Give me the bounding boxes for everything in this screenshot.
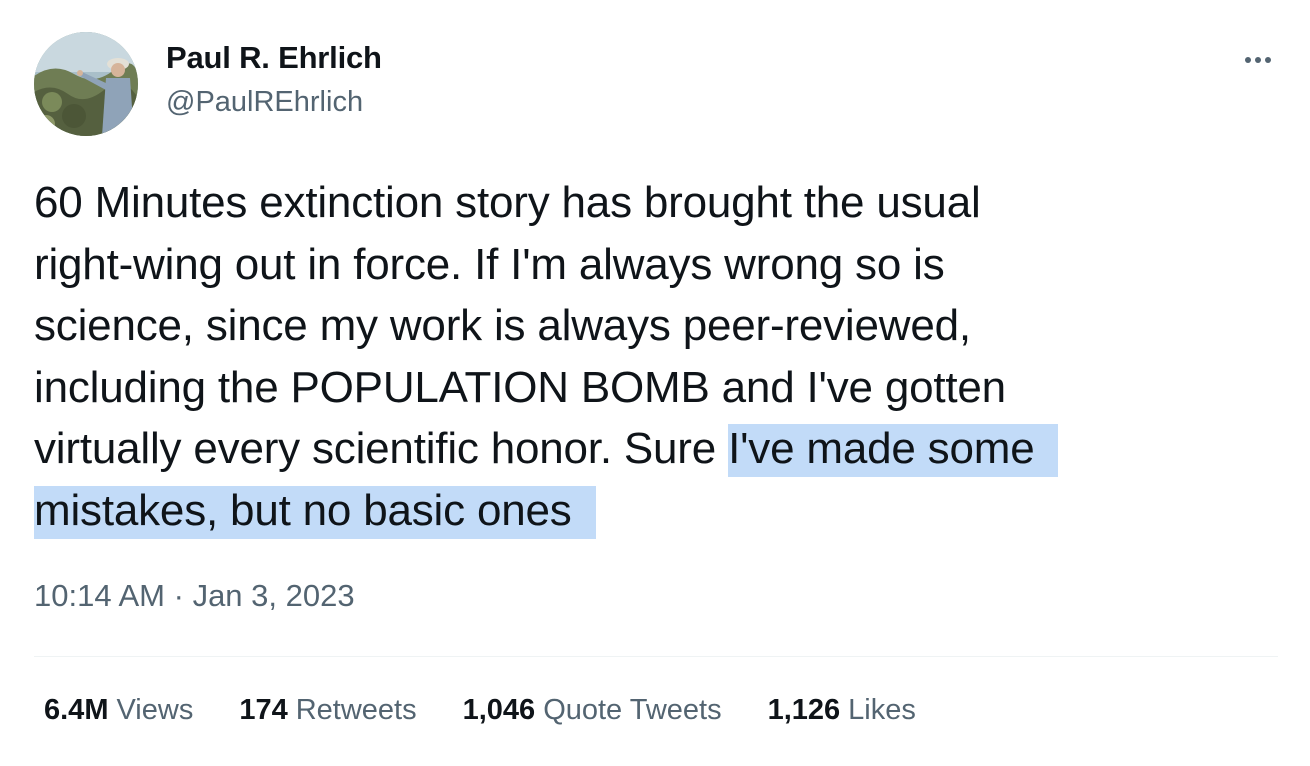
- tweet-card: Paul R. Ehrlich @PaulREhrlich 60 Minutes…: [0, 0, 1310, 766]
- selected-text-highlight-1: I've made some: [728, 424, 1059, 477]
- likes-label: Likes: [848, 694, 916, 726]
- tweet-stats: 6.4M Views 174 Retweets 1,046 Quote Tweets …: [44, 694, 962, 727]
- profile-photo: [34, 32, 138, 136]
- author-display-name[interactable]: Paul R. Ehrlich: [166, 40, 382, 76]
- more-options-button[interactable]: [1234, 40, 1282, 80]
- views-label: Views: [116, 694, 194, 726]
- timestamp-separator: ·: [173, 578, 184, 613]
- likes-count: 1,126: [767, 694, 841, 726]
- retweets-count: 174: [239, 694, 288, 726]
- likes-stat[interactable]: 1,126 Likes: [768, 694, 916, 727]
- quote-tweets-count: 1,046: [462, 694, 536, 726]
- tweet-timestamp[interactable]: 10:14 AM · Jan 3, 2023: [34, 578, 355, 614]
- avatar[interactable]: [34, 32, 138, 136]
- more-horizontal-icon: [1245, 57, 1251, 63]
- views-count: 6.4M: [44, 694, 109, 726]
- selected-text-highlight-2: mistakes, but no basic ones: [34, 485, 596, 539]
- divider: [34, 656, 1278, 657]
- views-stat[interactable]: 6.4M Views: [44, 694, 193, 727]
- author-handle[interactable]: @PaulREhrlich: [166, 86, 363, 119]
- retweets-label: Retweets: [295, 694, 417, 726]
- tweet-time: 10:14 AM: [34, 578, 165, 613]
- tweet-date: Jan 3, 2023: [192, 578, 355, 613]
- tweet-text: 60 Minutes extinction story has brought …: [34, 172, 1274, 541]
- quote-tweets-label: Quote Tweets: [543, 694, 722, 726]
- retweets-stat[interactable]: 174 Retweets: [239, 694, 416, 727]
- quote-tweets-stat[interactable]: 1,046 Quote Tweets: [463, 694, 722, 727]
